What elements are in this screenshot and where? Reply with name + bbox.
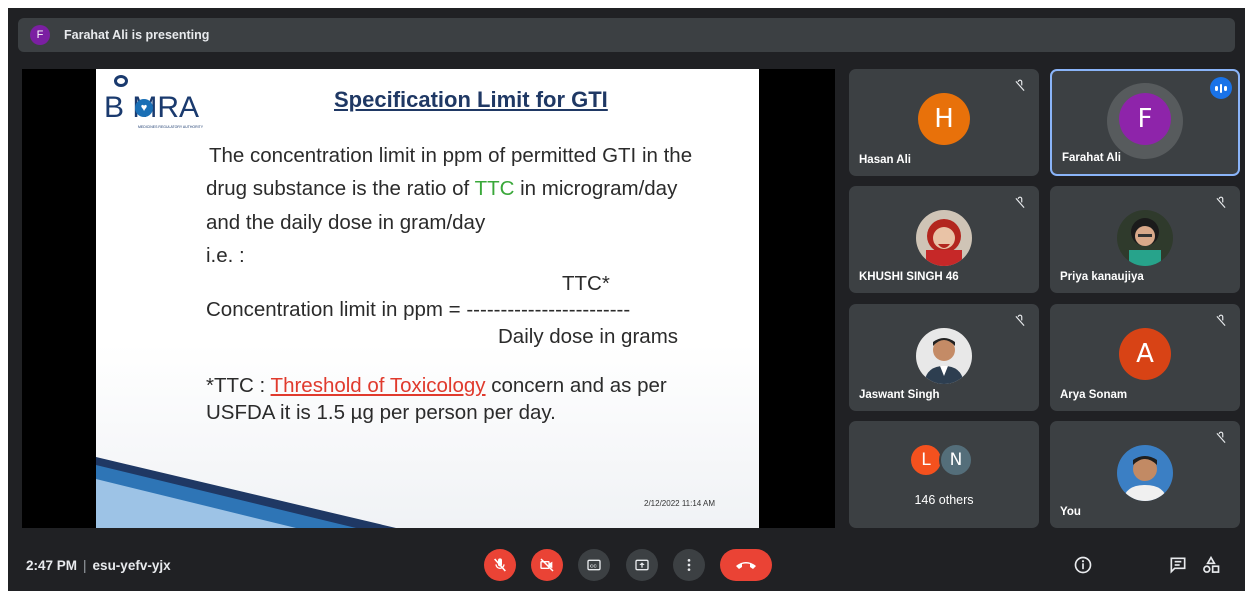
current-time: 2:47 PM xyxy=(26,558,78,573)
slide-title: Specification Limit for GTI xyxy=(334,87,608,112)
formula-denominator: Daily dose in grams xyxy=(498,325,679,348)
formula-numerator: TTC* xyxy=(562,272,610,295)
participant-photo xyxy=(1117,209,1173,266)
participant-photo xyxy=(1117,444,1173,501)
mic-off-icon xyxy=(1015,196,1025,209)
participant-photo xyxy=(916,327,972,384)
slide-line-4: i.e. : xyxy=(206,244,245,267)
participant-avatar: A xyxy=(1119,327,1171,380)
chat-button[interactable] xyxy=(1166,553,1190,577)
participant-name: Farahat Ali xyxy=(1062,152,1122,164)
participant-tile-jaswant[interactable]: Jaswant Singh xyxy=(849,304,1039,411)
others-tile[interactable]: L N 146 others xyxy=(849,421,1039,528)
participant-tile-arya[interactable]: A Arya Sonam xyxy=(1050,304,1240,411)
activities-icon xyxy=(1203,555,1220,573)
meeting-details-button[interactable] xyxy=(1071,553,1095,577)
logo-eye-shape xyxy=(114,75,128,87)
logo-heart-icon: ♥ xyxy=(135,99,153,117)
captions-icon: CC xyxy=(587,559,601,571)
meet-window: F Farahat Ali is presenting B MRA ♥ MEDI… xyxy=(8,8,1245,591)
mic-off-icon xyxy=(494,558,506,572)
participant-tile-khushi[interactable]: KHUSHI SINGH 46 xyxy=(849,186,1039,293)
slide-line-1: The concentration limit in ppm of permit… xyxy=(209,144,693,167)
captions-button[interactable]: CC xyxy=(578,549,610,581)
presenting-text: Farahat Ali is presenting xyxy=(64,28,210,42)
threshold-link-text: Threshold of Toxicology xyxy=(270,374,486,397)
info-icon xyxy=(1074,556,1092,574)
ttc-highlight: TTC xyxy=(474,177,515,200)
participant-name: Jaswant Singh xyxy=(859,389,940,401)
slide-note-2: USFDA it is 1.5 µg per person per day. xyxy=(206,401,556,424)
leave-call-button[interactable] xyxy=(720,549,772,581)
presentation-slide: B MRA ♥ MEDICINES REGULATORY AUTHORITY S… xyxy=(96,69,759,528)
participant-name: Priya kanaujiya xyxy=(1060,271,1144,283)
mic-off-icon xyxy=(1216,196,1226,209)
mic-off-icon xyxy=(1216,314,1226,327)
participant-name: Arya Sonam xyxy=(1060,389,1128,401)
other-avatar: L xyxy=(909,443,943,477)
slide-line-2: drug substance is the ratio of TTC in mi… xyxy=(206,177,678,200)
presenting-banner: F Farahat Ali is presenting xyxy=(18,18,1235,52)
participant-tile-farahat[interactable]: F Farahat Ali xyxy=(1050,69,1240,176)
presenter-avatar: F xyxy=(30,25,50,45)
participant-photo xyxy=(916,209,972,266)
present-now-button[interactable] xyxy=(626,549,658,581)
speaking-indicator-icon xyxy=(1210,77,1232,99)
others-count: 146 others xyxy=(914,493,974,507)
participant-tile-you[interactable]: You xyxy=(1050,421,1240,528)
slide-line-3: and the daily dose in gram/day xyxy=(206,211,486,234)
logo-subtitle: MEDICINES REGULATORY AUTHORITY xyxy=(138,125,204,129)
separator: | xyxy=(83,558,87,573)
more-options-button[interactable] xyxy=(673,549,705,581)
formula-line: Concentration limit in ppm = -----------… xyxy=(206,298,631,321)
slide-note-1: *TTC : Threshold of Toxicology concern a… xyxy=(206,374,667,397)
chat-icon xyxy=(1170,557,1186,574)
shared-screen[interactable]: B MRA ♥ MEDICINES REGULATORY AUTHORITY S… xyxy=(22,69,835,528)
mic-off-icon xyxy=(1015,79,1025,92)
svg-text:CC: CC xyxy=(590,563,597,568)
camera-off-icon xyxy=(540,558,554,572)
camera-toggle-button[interactable] xyxy=(531,549,563,581)
mic-off-icon xyxy=(1216,431,1226,444)
end-call-icon xyxy=(736,562,756,569)
participant-name: KHUSHI SINGH 46 xyxy=(859,271,959,283)
more-icon xyxy=(687,559,691,571)
meeting-info: 2:47 PM | esu-yefv-yjx xyxy=(26,558,171,573)
participant-name: You xyxy=(1060,506,1081,518)
participant-avatar: F xyxy=(1119,92,1171,145)
others-avatars: L N xyxy=(909,443,989,479)
mic-toggle-button[interactable] xyxy=(484,549,516,581)
mic-off-icon xyxy=(1015,314,1025,327)
slide-ribbon-decoration xyxy=(96,457,396,528)
participant-avatar: H xyxy=(918,92,970,145)
slide-datetime: 2/12/2022 11:14 AM xyxy=(644,499,716,508)
bomra-logo: B MRA ♥ MEDICINES REGULATORY AUTHORITY xyxy=(104,75,224,131)
present-icon xyxy=(635,559,649,571)
participant-tile-hasan[interactable]: H Hasan Ali xyxy=(849,69,1039,176)
other-avatar: N xyxy=(939,443,973,477)
participant-name: Hasan Ali xyxy=(859,154,911,166)
meeting-code: esu-yefv-yjx xyxy=(92,558,171,573)
participant-tile-priya[interactable]: Priya kanaujiya xyxy=(1050,186,1240,293)
activities-button[interactable] xyxy=(1199,553,1223,577)
